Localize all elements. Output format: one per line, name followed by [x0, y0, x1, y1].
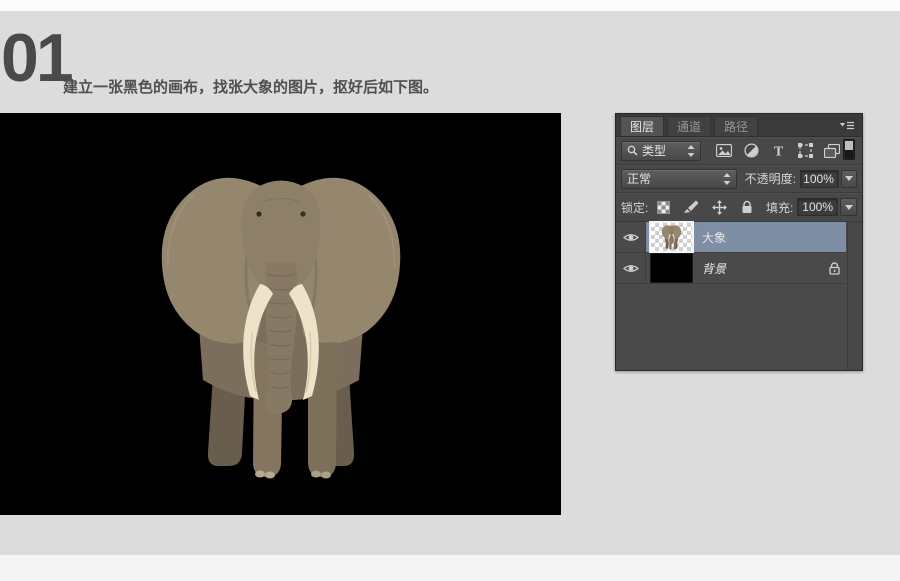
top-white-strip: [0, 0, 900, 11]
blend-mode-value: 正常: [627, 170, 651, 187]
svg-text:T: T: [773, 145, 783, 158]
layer-list-scrollbar[interactable]: [847, 222, 862, 370]
filter-kind-value: 类型: [642, 142, 666, 159]
layer-name: 背景: [702, 260, 726, 277]
lock-transparency-icon[interactable]: [654, 198, 672, 216]
panel-tab-bar: 图层 通道 路径: [616, 114, 862, 137]
panel-menu-icon[interactable]: [832, 114, 862, 136]
lock-all-icon[interactable]: [738, 198, 756, 216]
opacity-value[interactable]: 100%: [800, 170, 839, 188]
image-filter-icon[interactable]: [715, 142, 733, 160]
layer-thumbnail-elephant[interactable]: [651, 223, 692, 251]
lock-position-icon[interactable]: [710, 198, 728, 216]
type-filter-icon[interactable]: T: [769, 142, 787, 160]
visibility-eye-icon[interactable]: [616, 253, 646, 283]
document-canvas: [0, 113, 561, 515]
stepper-icon: [687, 145, 695, 157]
fill-dropdown-arrow[interactable]: [840, 198, 857, 216]
layer-row-elephant[interactable]: 大象: [616, 222, 846, 253]
bottom-white-strip: [0, 555, 900, 581]
tab-paths[interactable]: 路径: [714, 116, 758, 136]
layer-row-background[interactable]: 背景: [616, 253, 846, 284]
fill-label: 填充:: [766, 199, 793, 216]
tab-channels[interactable]: 通道: [667, 116, 711, 136]
tab-layers[interactable]: 图层: [620, 116, 664, 136]
blend-mode-dropdown[interactable]: 正常: [621, 169, 737, 189]
layers-panel: 图层 通道 路径 类型: [615, 113, 863, 371]
fill-value[interactable]: 100%: [797, 198, 838, 216]
filter-row: 类型 T: [616, 137, 862, 165]
step-caption: 建立一张黑色的画布，找张大象的图片，抠好后如下图。: [63, 76, 438, 97]
step-number: 01: [1, 24, 71, 92]
elephant-image: [156, 162, 406, 482]
adjustment-filter-icon[interactable]: [742, 142, 760, 160]
opacity-dropdown-arrow[interactable]: [841, 170, 857, 188]
search-icon: [627, 145, 638, 156]
opacity-label: 不透明度:: [745, 170, 796, 187]
layer-locked-icon: [829, 262, 840, 275]
filter-kind-dropdown[interactable]: 类型: [621, 141, 701, 161]
layer-thumbnail-background[interactable]: [651, 254, 692, 282]
shape-filter-icon[interactable]: [796, 142, 814, 160]
blend-row: 正常 不透明度: 100%: [616, 165, 862, 193]
layer-name: 大象: [702, 229, 726, 246]
lock-row: 锁定: 填充: 100%: [616, 193, 862, 222]
lock-pixels-icon[interactable]: [682, 198, 700, 216]
stepper-icon: [723, 173, 731, 185]
visibility-eye-icon[interactable]: [616, 222, 646, 252]
layer-filter-toggle[interactable]: [843, 139, 855, 163]
layer-list: 大象 背景: [616, 222, 862, 370]
smart-object-filter-icon[interactable]: [823, 142, 841, 160]
lock-label: 锁定:: [621, 199, 648, 216]
